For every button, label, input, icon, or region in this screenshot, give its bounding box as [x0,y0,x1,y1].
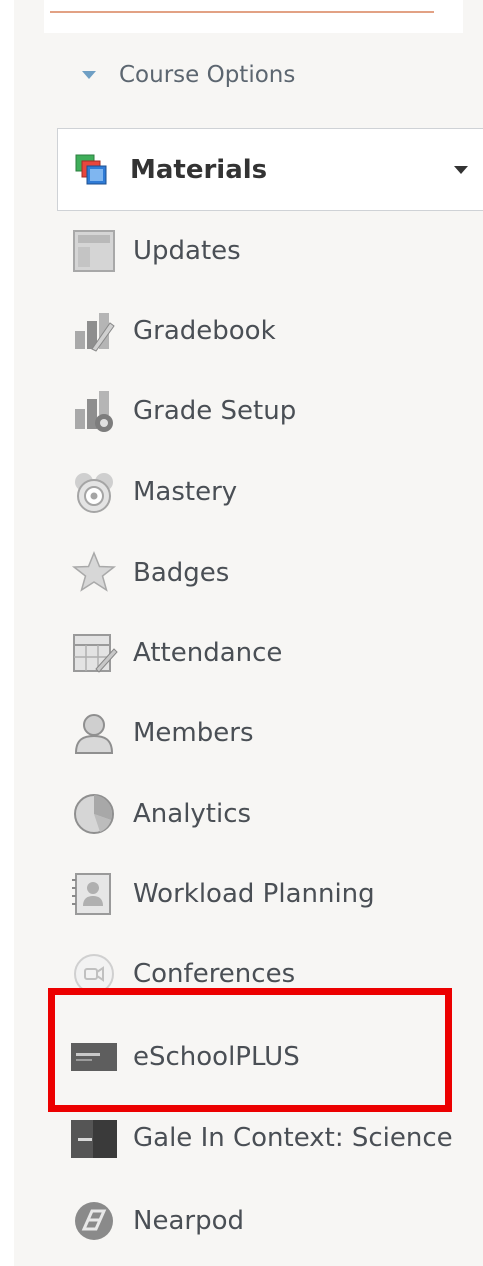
attendance-icon [73,634,118,673]
mastery-icon [75,473,113,513]
materials-icon [75,154,107,184]
sidebar-item-mastery[interactable]: Mastery [70,467,237,517]
page: Course Options Materials Updates Gradebo… [0,0,483,1266]
sidebar-item-label: Grade Setup [133,396,297,426]
sidebar-item-gradebook[interactable]: Gradebook [70,306,276,356]
sidebar-item-label: Gale In Context: Science [133,1123,453,1153]
analytics-icon [74,794,114,834]
gale-icon [71,1120,117,1158]
sidebar-item-members[interactable]: Members [70,708,254,758]
sidebar-item-label: Attendance [133,638,283,668]
sidebar-item-conferences[interactable]: Conferences [70,949,295,999]
sidebar-item-label: Badges [133,558,230,588]
sidebar-item-attendance[interactable]: Attendance [70,628,282,678]
sidebar-item-label: eSchoolPLUS [133,1042,300,1072]
sidebar-item-label: Gradebook [133,316,276,346]
updates-icon [73,230,115,272]
sidebar-item-label: Nearpod [133,1206,244,1236]
sidebar-item-label: Mastery [133,477,238,507]
caret-down-icon [454,166,468,174]
sidebar-item-label: Updates [133,236,241,266]
sidebar-item-nearpod[interactable]: Nearpod [70,1196,244,1246]
nearpod-icon [75,1202,113,1240]
course-options-label: Course Options [119,62,296,88]
sidebar-item-label: Analytics [133,799,252,829]
course-header-accent [50,0,434,13]
sidebar-item-label: Conferences [133,959,296,989]
sidebar-item-grade-setup[interactable]: Grade Setup [70,386,296,436]
members-icon [74,714,114,754]
triangle-down-icon [82,71,96,79]
gradebook-icon [75,313,115,352]
workload-planning-icon [72,873,111,915]
sidebar-item-updates[interactable]: Updates [70,226,241,276]
sidebar-item-materials[interactable]: Materials [57,128,483,211]
badges-icon [71,551,117,592]
sidebar-item-eschoolplus[interactable]: eSchoolPLUS [70,1032,300,1082]
sidebar-item-workload-planning[interactable]: Workload Planning [70,869,375,919]
eschoolplus-icon [71,1043,117,1071]
sidebar-item-gale-in-context-science[interactable]: Gale In Context: Science [70,1113,453,1163]
sidebar-item-label: Members [133,718,254,748]
materials-label: Materials [130,154,268,185]
sidebar-item-analytics[interactable]: Analytics [70,789,251,839]
grade-setup-icon [75,391,113,432]
sidebar-item-badges[interactable]: Badges [70,548,229,598]
conferences-icon [74,954,114,994]
sidebar-item-label: Workload Planning [133,879,375,909]
course-options-toggle[interactable]: Course Options [82,57,295,93]
course-header-card [44,0,463,33]
